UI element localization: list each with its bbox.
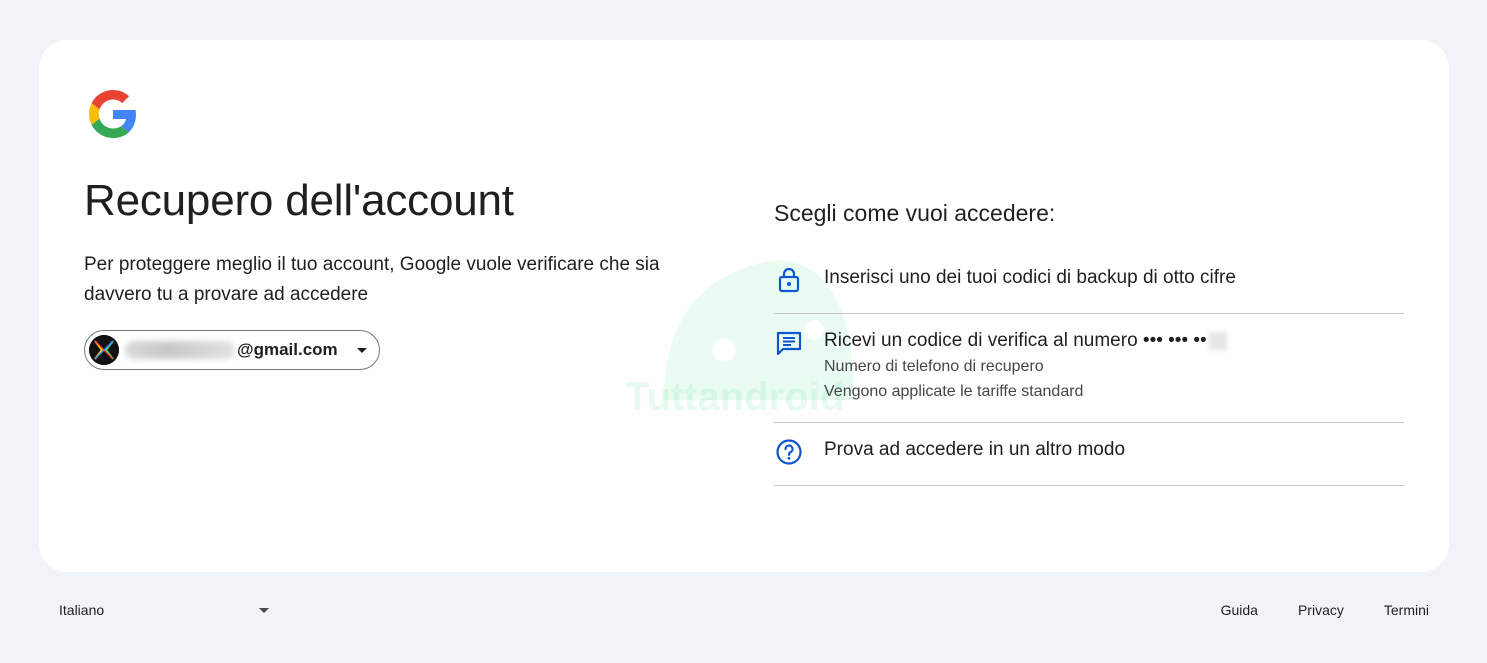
- language-label: Italiano: [59, 602, 105, 618]
- option-backup-codes[interactable]: Inserisci uno dei tuoi codici di backup …: [774, 251, 1404, 314]
- phone-redacted: [1208, 331, 1227, 350]
- recovery-card: Recupero dell'account Per proteggere meg…: [39, 40, 1449, 572]
- email-redacted: [125, 341, 235, 359]
- page-title: Recupero dell'account: [84, 176, 514, 225]
- account-email-suffix: @gmail.com: [237, 340, 338, 359]
- account-chooser-chip[interactable]: @gmail.com: [84, 330, 380, 370]
- option-label: Ricevi un codice di verifica al numero •…: [824, 330, 1207, 351]
- footer-link-terms[interactable]: Termini: [1384, 602, 1429, 618]
- option-label: Prova ad accedere in un altro modo: [824, 439, 1126, 460]
- help-icon: [774, 437, 804, 467]
- lock-icon: [774, 265, 804, 295]
- option-sms-code[interactable]: Ricevi un codice di verifica al numero •…: [774, 314, 1404, 423]
- footer-link-privacy[interactable]: Privacy: [1298, 602, 1344, 618]
- recovery-options-panel: Scegli come vuoi accedere: Inserisci uno…: [774, 200, 1404, 486]
- footer-links: Guida Privacy Termini: [1221, 602, 1429, 618]
- option-label: Inserisci uno dei tuoi codici di backup …: [824, 267, 1236, 288]
- option-sub-rates: Vengono applicate le tariffe standard: [824, 383, 1084, 400]
- footer-link-help[interactable]: Guida: [1221, 602, 1258, 618]
- options-heading: Scegli come vuoi accedere:: [774, 200, 1056, 226]
- footer: Italiano Guida Privacy Termini: [0, 600, 1487, 624]
- language-selector[interactable]: Italiano: [59, 602, 269, 618]
- chevron-down-icon: [357, 347, 367, 353]
- option-other-way[interactable]: Prova ad accedere in un altro modo: [774, 423, 1404, 486]
- google-logo: [89, 90, 136, 138]
- avatar-icon: [89, 335, 119, 365]
- option-sub-recovery-phone: Numero di telefono di recupero: [824, 358, 1044, 375]
- page-subtitle: Per proteggere meglio il tuo account, Go…: [84, 254, 660, 305]
- chevron-down-icon: [259, 607, 269, 613]
- message-icon: [774, 328, 804, 358]
